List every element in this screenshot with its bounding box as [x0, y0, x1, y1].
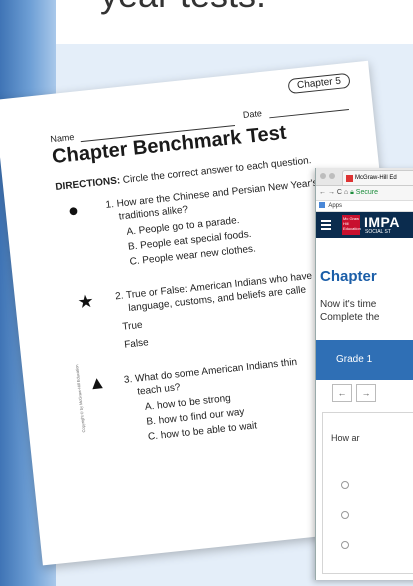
browser-titlebar: McGraw-Hill Ed: [316, 168, 413, 186]
option: False: [123, 337, 150, 351]
close-dot-icon[interactable]: [320, 173, 326, 179]
answer-radio[interactable]: [341, 511, 349, 519]
question-text: How ar: [331, 433, 360, 443]
minimize-dot-icon[interactable]: [329, 173, 335, 179]
reload-icon[interactable]: C: [337, 189, 342, 196]
question-text-2: teach us?: [136, 382, 182, 398]
forward-arrow-icon[interactable]: →: [328, 189, 335, 196]
question-text: What do some American Indians thin: [134, 356, 298, 385]
name-label: Name: [49, 131, 75, 145]
option: True: [121, 319, 144, 333]
grade-bar: Grade 1: [316, 340, 413, 380]
header-partial-text: year tests.: [100, 0, 266, 16]
date-label: Date: [242, 108, 263, 121]
tree-icon: ▲: [87, 371, 107, 394]
apple-icon: ●: [66, 199, 80, 221]
question-number: 1.: [105, 199, 115, 211]
mcgraw-hill-logo: Mc Graw Hill Education: [342, 215, 361, 235]
copyright-text: Copyright © by McGraw-Hill Education: [74, 364, 87, 433]
intro-text: Now it's time Complete the: [320, 298, 379, 324]
answer-radio[interactable]: [341, 541, 349, 549]
favicon-icon: [346, 175, 353, 182]
star-icon: ★: [76, 290, 95, 313]
question-2: 2. True or False: American Indians who h…: [115, 270, 315, 317]
answer-radio[interactable]: [341, 481, 349, 489]
tab-title: McGraw-Hill Ed: [355, 175, 397, 181]
lock-icon: 🔒︎: [350, 189, 354, 196]
date-line: [269, 108, 349, 119]
prev-button[interactable]: ←: [332, 384, 352, 402]
question-number: 2.: [114, 290, 125, 303]
brand-name: IMPA: [364, 214, 400, 230]
back-arrow-icon[interactable]: ←: [319, 189, 326, 196]
question-card: How ar: [322, 412, 413, 574]
address-bar[interactable]: ← → C ⌂ 🔒︎ Secure: [316, 186, 413, 201]
browser-tab[interactable]: McGraw-Hill Ed: [342, 170, 413, 185]
grade-label: Grade 1: [336, 354, 373, 365]
question-3: 3. What do some American Indians thin te…: [123, 356, 299, 400]
apps-grid-icon: [319, 202, 325, 208]
intro-line-1: Now it's time: [320, 299, 377, 310]
next-button[interactable]: →: [356, 384, 376, 402]
intro-line-2: Complete the: [320, 312, 380, 323]
browser-window: McGraw-Hill Ed ← → C ⌂ 🔒︎ Secure Apps Mc…: [315, 168, 413, 580]
home-icon[interactable]: ⌂: [344, 189, 348, 196]
page-title: Chapter: [320, 268, 377, 285]
menu-icon[interactable]: [321, 220, 331, 230]
apps-label[interactable]: Apps: [328, 203, 342, 209]
brand-subtitle: SOCIAL ST: [365, 229, 391, 235]
bookmarks-bar: Apps: [316, 201, 413, 212]
question-number: 3.: [123, 374, 133, 386]
chapter-tag: Chapter 5: [287, 72, 351, 95]
directions-label: DIRECTIONS:: [54, 175, 121, 194]
app-header: Mc Graw Hill Education IMPA SOCIAL ST: [316, 212, 413, 238]
secure-label: Secure: [355, 189, 378, 196]
